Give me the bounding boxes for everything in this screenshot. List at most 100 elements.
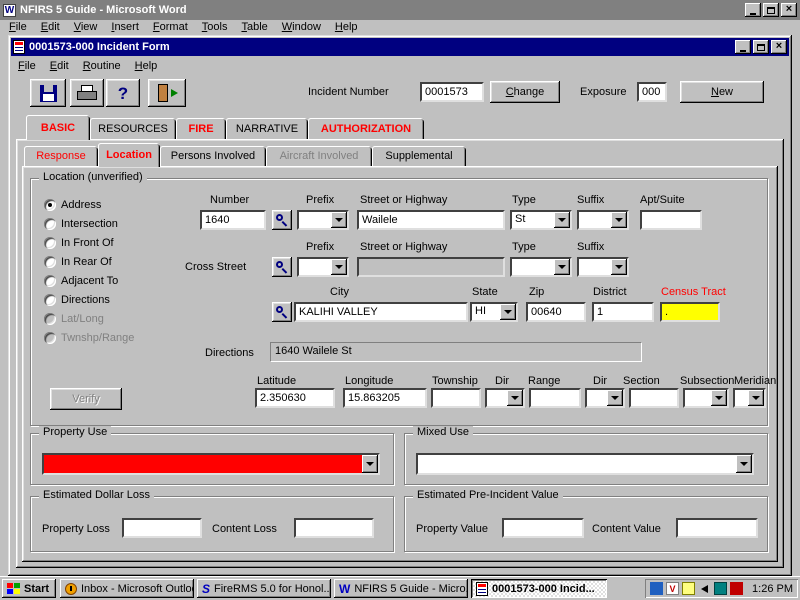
township-label: Township	[432, 375, 478, 388]
pre-incident-value-legend: Estimated Pre-Incident Value	[413, 489, 563, 502]
background-menubar: File Edit View Insert Format Tools Table…	[0, 20, 800, 35]
radio-lat-long: Lat/Long	[44, 312, 104, 325]
antivirus-icon[interactable]: V	[666, 582, 679, 595]
range-label: Range	[528, 375, 560, 388]
street-lookup-button[interactable]	[272, 210, 292, 230]
suffix-combo[interactable]	[577, 210, 629, 230]
modem-icon[interactable]	[730, 582, 743, 595]
bg-menu-window[interactable]: Window	[275, 20, 328, 34]
radio-intersection[interactable]: Intersection	[44, 217, 118, 230]
type-combo[interactable]: St	[510, 210, 572, 230]
subsection-combo-arrow[interactable]	[711, 390, 727, 406]
volume-icon[interactable]	[701, 585, 708, 593]
suffix-combo-arrow[interactable]	[611, 212, 627, 228]
incident-form-task-icon	[476, 582, 488, 596]
bg-menu-file[interactable]: File	[2, 20, 34, 34]
apt-suite-field[interactable]	[640, 210, 702, 230]
property-use-combo[interactable]	[42, 453, 380, 475]
city-field[interactable]	[294, 302, 468, 322]
city-lookup-button[interactable]	[272, 302, 292, 322]
cross-type-combo-arrow[interactable]	[554, 259, 570, 275]
cross-street-label: Cross Street	[185, 261, 246, 274]
cross-type-label: Type	[512, 241, 536, 254]
latitude-field[interactable]	[255, 388, 335, 408]
bg-menu-format[interactable]: Format	[146, 20, 195, 34]
census-tract-field[interactable]	[660, 302, 720, 322]
cross-type-combo[interactable]	[510, 257, 572, 277]
dir2-label: Dir	[593, 375, 607, 388]
bg-menu-view[interactable]: View	[67, 20, 105, 34]
bg-menu-help[interactable]: Help	[328, 20, 365, 34]
bg-maximize-button[interactable]	[763, 3, 779, 17]
radio-in-rear-of[interactable]: In Rear Of	[44, 255, 112, 268]
mail-icon[interactable]	[682, 582, 695, 595]
location-legend: Location (unverified)	[39, 171, 147, 184]
bg-menu-table[interactable]: Table	[234, 20, 274, 34]
number-field[interactable]	[200, 210, 266, 230]
meridian-combo[interactable]	[733, 388, 766, 408]
bg-menu-tools[interactable]: Tools	[195, 20, 235, 34]
type-label: Type	[512, 194, 536, 207]
mixed-use-legend: Mixed Use	[413, 426, 473, 439]
content-value-field[interactable]	[676, 518, 758, 538]
task-outlook[interactable]: Inbox - Microsoft Outlook	[60, 579, 194, 598]
property-loss-field[interactable]	[122, 518, 202, 538]
mixed-use-combo-arrow[interactable]	[736, 455, 752, 473]
state-combo[interactable]: HI	[470, 302, 518, 322]
property-use-combo-arrow[interactable]	[362, 455, 378, 473]
state-label: State	[472, 286, 498, 299]
state-combo-arrow[interactable]	[500, 304, 516, 320]
township-field[interactable]	[431, 388, 481, 408]
property-value-field[interactable]	[502, 518, 584, 538]
radio-directions[interactable]: Directions	[44, 293, 110, 306]
cross-prefix-combo-arrow[interactable]	[331, 259, 347, 275]
radio-adjacent-to-circle	[44, 275, 56, 287]
radio-in-front-of[interactable]: In Front Of	[44, 236, 114, 249]
task-firerms[interactable]: S FireRMS 5.0 for Honol...	[197, 579, 331, 598]
content-loss-field[interactable]	[294, 518, 374, 538]
suffix-label: Suffix	[577, 194, 604, 207]
radio-twnshp-range-circle	[44, 332, 56, 344]
bg-minimize-button[interactable]	[745, 3, 761, 17]
background-window-titlebar[interactable]: W NFIRS 5 Guide - Microsoft Word ×	[0, 0, 800, 20]
prefix-combo[interactable]	[297, 210, 349, 230]
mixed-use-combo[interactable]	[416, 453, 754, 475]
network-icon[interactable]	[650, 582, 663, 595]
district-field[interactable]	[592, 302, 654, 322]
radio-in-rear-of-circle	[44, 256, 56, 268]
cross-suffix-combo[interactable]	[577, 257, 629, 277]
dir1-combo-arrow[interactable]	[507, 390, 523, 406]
street-field[interactable]	[357, 210, 505, 230]
dir2-combo[interactable]	[585, 388, 625, 408]
bg-close-button[interactable]: ×	[781, 3, 797, 17]
cross-street-lookup-button[interactable]	[272, 257, 292, 277]
radio-adjacent-to[interactable]: Adjacent To	[44, 274, 118, 287]
dir1-label: Dir	[495, 375, 509, 388]
radio-intersection-circle	[44, 218, 56, 230]
cross-prefix-combo[interactable]	[297, 257, 349, 277]
dir1-combo[interactable]	[485, 388, 525, 408]
task-word[interactable]: W NFIRS 5 Guide - Micro...	[334, 579, 468, 598]
display-icon[interactable]	[714, 582, 727, 595]
radio-address-circle	[44, 199, 56, 211]
zip-field[interactable]	[526, 302, 586, 322]
dir2-combo-arrow[interactable]	[607, 390, 623, 406]
zip-label: Zip	[529, 286, 544, 299]
task-incident-form[interactable]: 0001573-000 Incid...	[471, 579, 607, 598]
system-tray: V 1:26 PM	[645, 579, 798, 598]
prefix-combo-arrow[interactable]	[331, 212, 347, 228]
taskbar: Start Inbox - Microsoft Outlook S FireRM…	[0, 576, 800, 600]
taskbar-clock[interactable]: 1:26 PM	[752, 583, 793, 595]
subsection-combo[interactable]	[683, 388, 729, 408]
radio-address[interactable]: Address	[44, 198, 101, 211]
section-field[interactable]	[629, 388, 679, 408]
start-button[interactable]: Start	[2, 579, 56, 598]
type-combo-arrow[interactable]	[554, 212, 570, 228]
meridian-combo-arrow[interactable]	[748, 390, 764, 406]
range-field[interactable]	[529, 388, 581, 408]
bg-menu-insert[interactable]: Insert	[104, 20, 146, 34]
longitude-field[interactable]	[343, 388, 427, 408]
cross-suffix-combo-arrow[interactable]	[611, 259, 627, 275]
bg-menu-edit[interactable]: Edit	[34, 20, 67, 34]
latitude-label: Latitude	[257, 375, 296, 388]
